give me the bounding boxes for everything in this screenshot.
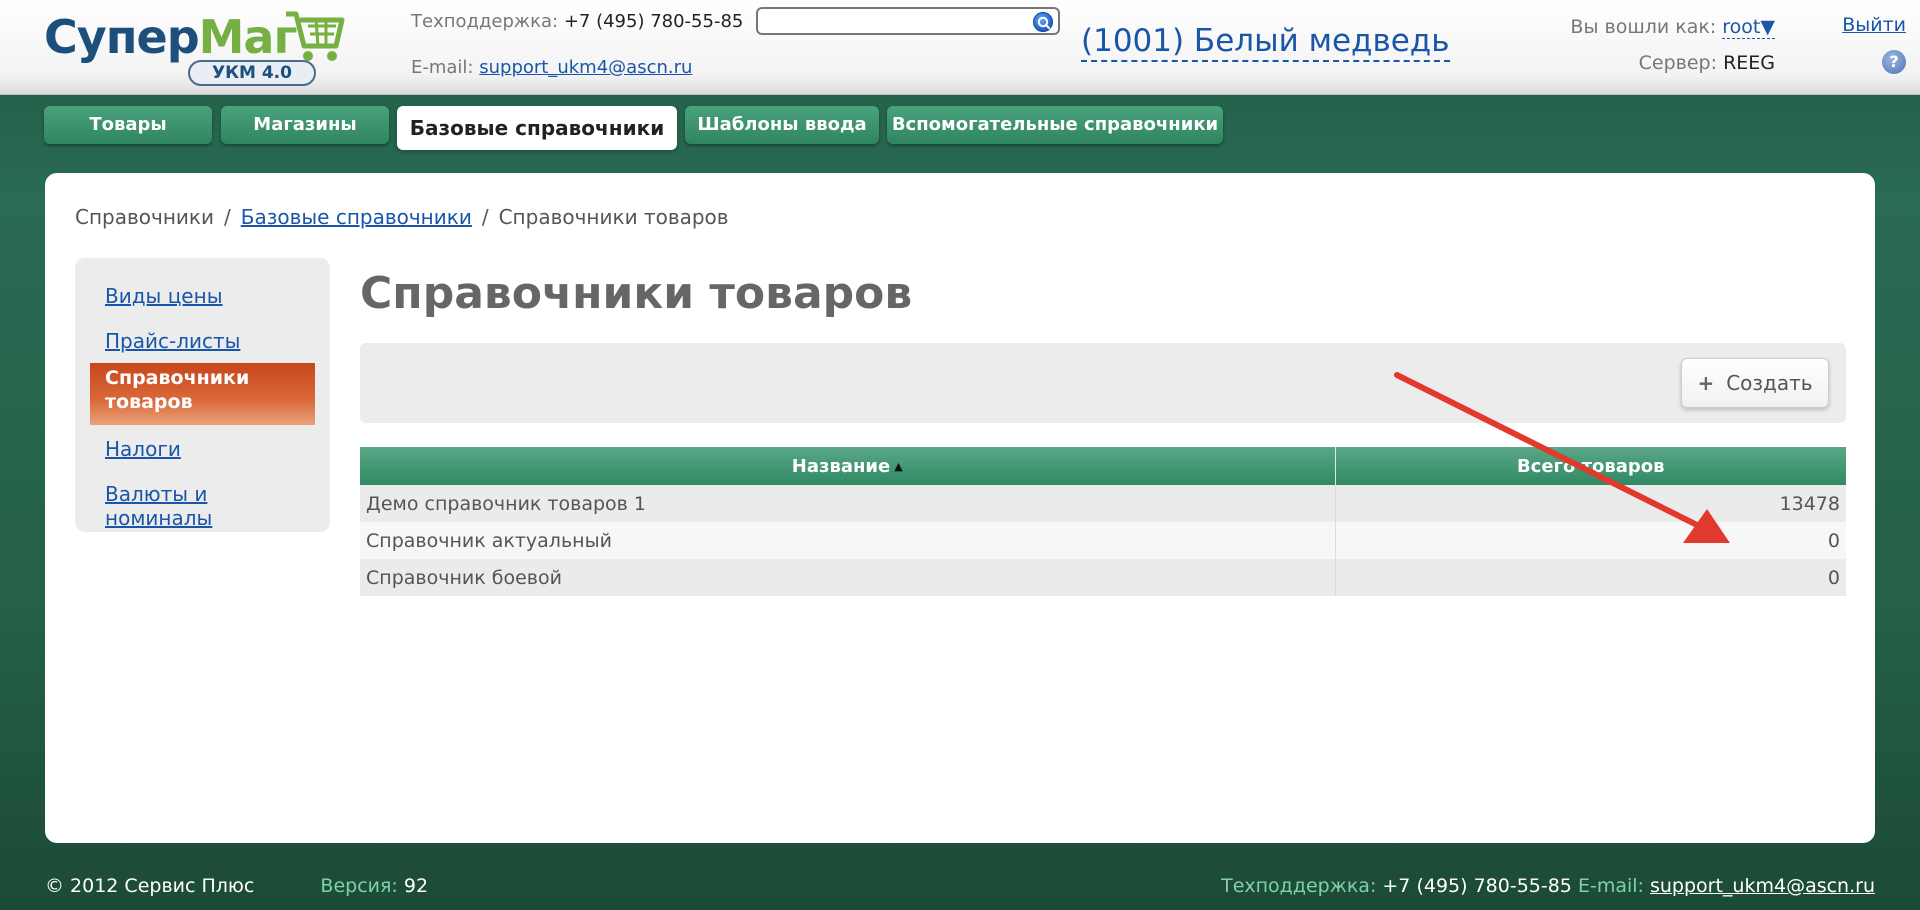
table-row[interactable]: Справочник актуальный 0: [360, 522, 1846, 559]
cell-total: 0: [1335, 522, 1846, 559]
sort-ascending-icon: ▲: [894, 460, 903, 473]
logged-in-label: Вы вошли как:: [1570, 16, 1717, 38]
cell-total: 13478: [1335, 485, 1846, 522]
chevron-down-icon: ▼: [1760, 16, 1775, 38]
search-icon[interactable]: [1033, 12, 1053, 32]
sidebar-item-taxes[interactable]: Налоги: [90, 437, 315, 461]
logo-version-badge: УКМ 4.0: [188, 60, 316, 86]
sidebar-item-price-types[interactable]: Виды цены: [90, 284, 315, 308]
tab-bazovye-spravochniki[interactable]: Базовые справочники: [397, 106, 677, 150]
column-header-name[interactable]: Название ▲: [360, 447, 1336, 485]
search-input[interactable]: [756, 7, 1060, 35]
content-panel: Справочники / Базовые справочники / Справочн…: [45, 173, 1875, 843]
breadcrumb-root: Справочники: [75, 205, 214, 229]
tab-magaziny[interactable]: Магазины: [221, 106, 389, 144]
sidebar-item-product-catalogs[interactable]: Справочники товаров: [90, 363, 315, 425]
footer-copyright: © 2012 Сервис Плюс: [45, 875, 255, 897]
support-email-label: E-mail:: [411, 57, 474, 78]
cell-total: 0: [1335, 559, 1846, 596]
plus-icon: +: [1697, 371, 1715, 395]
page-title: Справочники товаров: [360, 268, 913, 319]
user-block: Вы вошли как: root▼ Сервер: REEG: [1570, 14, 1775, 76]
table-row[interactable]: Демо справочник товаров 1 13478: [360, 485, 1846, 522]
server-name: REEG: [1723, 52, 1775, 74]
footer-phone-label: Техподдержка:: [1221, 875, 1377, 897]
help-icon[interactable]: ?: [1882, 50, 1906, 74]
toolbar: + Создать: [360, 343, 1846, 423]
footer-phone: +7 (495) 780-55-85: [1382, 875, 1572, 897]
footer-email-label: E-mail:: [1577, 875, 1644, 897]
support-email-link[interactable]: support_ukm4@ascn.ru: [479, 57, 692, 78]
supermag-logo[interactable]: СуперМаг УКМ 4.0: [44, 8, 364, 88]
logo-wordmark: СуперМаг: [44, 10, 298, 64]
footer-version: 92: [403, 875, 429, 897]
footer-email-link[interactable]: support_ukm4@ascn.ru: [1650, 875, 1875, 897]
table-row[interactable]: Справочник боевой 0: [360, 559, 1846, 596]
server-label: Сервер:: [1638, 52, 1718, 74]
breadcrumb-separator: /: [481, 205, 489, 229]
tab-vspomogatelnye-spravochniki[interactable]: Вспомогательные справочники: [887, 106, 1223, 144]
sidebar-item-currencies[interactable]: Валюты и номиналы: [90, 482, 315, 530]
current-store-selector[interactable]: (1001) Белый медведь: [1081, 22, 1450, 62]
logout-link[interactable]: Выйти: [1842, 14, 1906, 36]
breadcrumb-current: Справочники товаров: [498, 205, 729, 229]
support-phone: +7 (495) 780-55-85: [563, 11, 744, 32]
breadcrumb-section-link[interactable]: Базовые справочники: [241, 205, 472, 229]
cell-name: Демо справочник товаров 1: [360, 485, 1336, 522]
create-button[interactable]: + Создать: [1681, 358, 1829, 408]
footer-left: © 2012 Сервис Плюс Версия: 92: [45, 875, 428, 897]
cart-icon: [286, 11, 345, 61]
user-menu-link[interactable]: root▼: [1722, 16, 1775, 39]
column-header-total[interactable]: Всего товаров: [1335, 447, 1846, 485]
footer-version-label: Версия:: [320, 875, 398, 897]
create-button-label: Создать: [1726, 371, 1813, 395]
top-header: СуперМаг УКМ 4.0 Техподдержка: +7 (495) …: [0, 0, 1920, 95]
cell-name: Справочник боевой: [360, 559, 1336, 596]
sidebar-item-price-lists[interactable]: Прайс-листы: [90, 329, 315, 353]
header-support: Техподдержка: +7 (495) 780-55-85 E-mail:…: [411, 10, 743, 80]
support-phone-label: Техподдержка:: [411, 11, 559, 32]
catalogs-table: Название ▲ Всего товаров Демо справочник …: [360, 447, 1846, 596]
cell-name: Справочник актуальный: [360, 522, 1336, 559]
footer-right: Техподдержка: +7 (495) 780-55-85 E-mail:…: [1221, 875, 1875, 897]
sidebar: Виды цены Прайс-листы Справочники товаро…: [75, 258, 330, 532]
tab-tovary[interactable]: Товары: [44, 106, 212, 144]
breadcrumb: Справочники / Базовые справочники / Справочн…: [75, 205, 729, 229]
tab-shablony-vvoda[interactable]: Шаблоны ввода: [685, 106, 879, 144]
breadcrumb-separator: /: [223, 205, 231, 229]
